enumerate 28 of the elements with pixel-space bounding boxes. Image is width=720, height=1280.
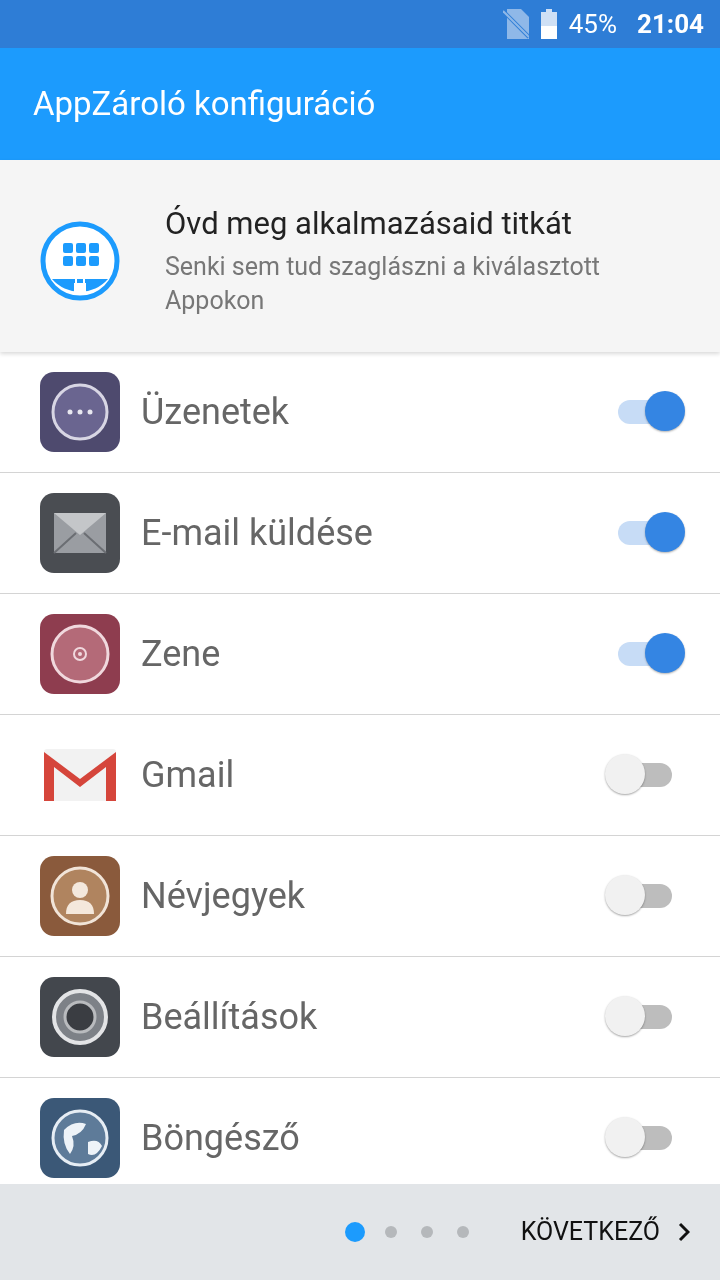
app-row[interactable]: Névjegyek: [0, 836, 720, 957]
app-row[interactable]: E-mail küldése: [0, 473, 720, 594]
gear-icon: [40, 977, 120, 1057]
app-row[interactable]: Beállítások: [0, 957, 720, 1078]
app-name: Névjegyek: [141, 874, 307, 919]
chat-bubble-icon: [40, 372, 120, 452]
next-button[interactable]: KÖVETKEZŐ: [520, 1213, 690, 1251]
chevron-right-icon: [678, 1222, 690, 1242]
app-name: Gmail: [141, 753, 236, 798]
header-title: Óvd meg alkalmazásaid titkát: [165, 204, 573, 244]
battery-icon: [540, 9, 557, 39]
app-name: Zene: [141, 632, 222, 677]
globe-icon: [40, 1098, 120, 1178]
header-subtitle: Senki sem tud szaglászni a kiválasztott Appokon: [165, 251, 602, 317]
app-row[interactable]: Üzenetek: [0, 352, 720, 473]
app-bar-title: AppZároló konfiguráció: [33, 83, 376, 126]
app-name: Beállítások: [141, 995, 319, 1040]
app-lock-icon: [40, 221, 120, 301]
app-name: E-mail küldése: [141, 511, 374, 556]
person-icon: [40, 856, 120, 936]
no-sim-icon: [502, 9, 529, 39]
envelope-icon: [40, 493, 120, 573]
app-name: Üzenetek: [141, 390, 291, 435]
battery-percent: 45%: [568, 7, 617, 41]
app-name: Böngésző: [141, 1116, 301, 1161]
clock: 21:04: [637, 7, 704, 41]
app-row[interactable]: Zene: [0, 594, 720, 715]
app-row[interactable]: Gmail: [0, 715, 720, 836]
